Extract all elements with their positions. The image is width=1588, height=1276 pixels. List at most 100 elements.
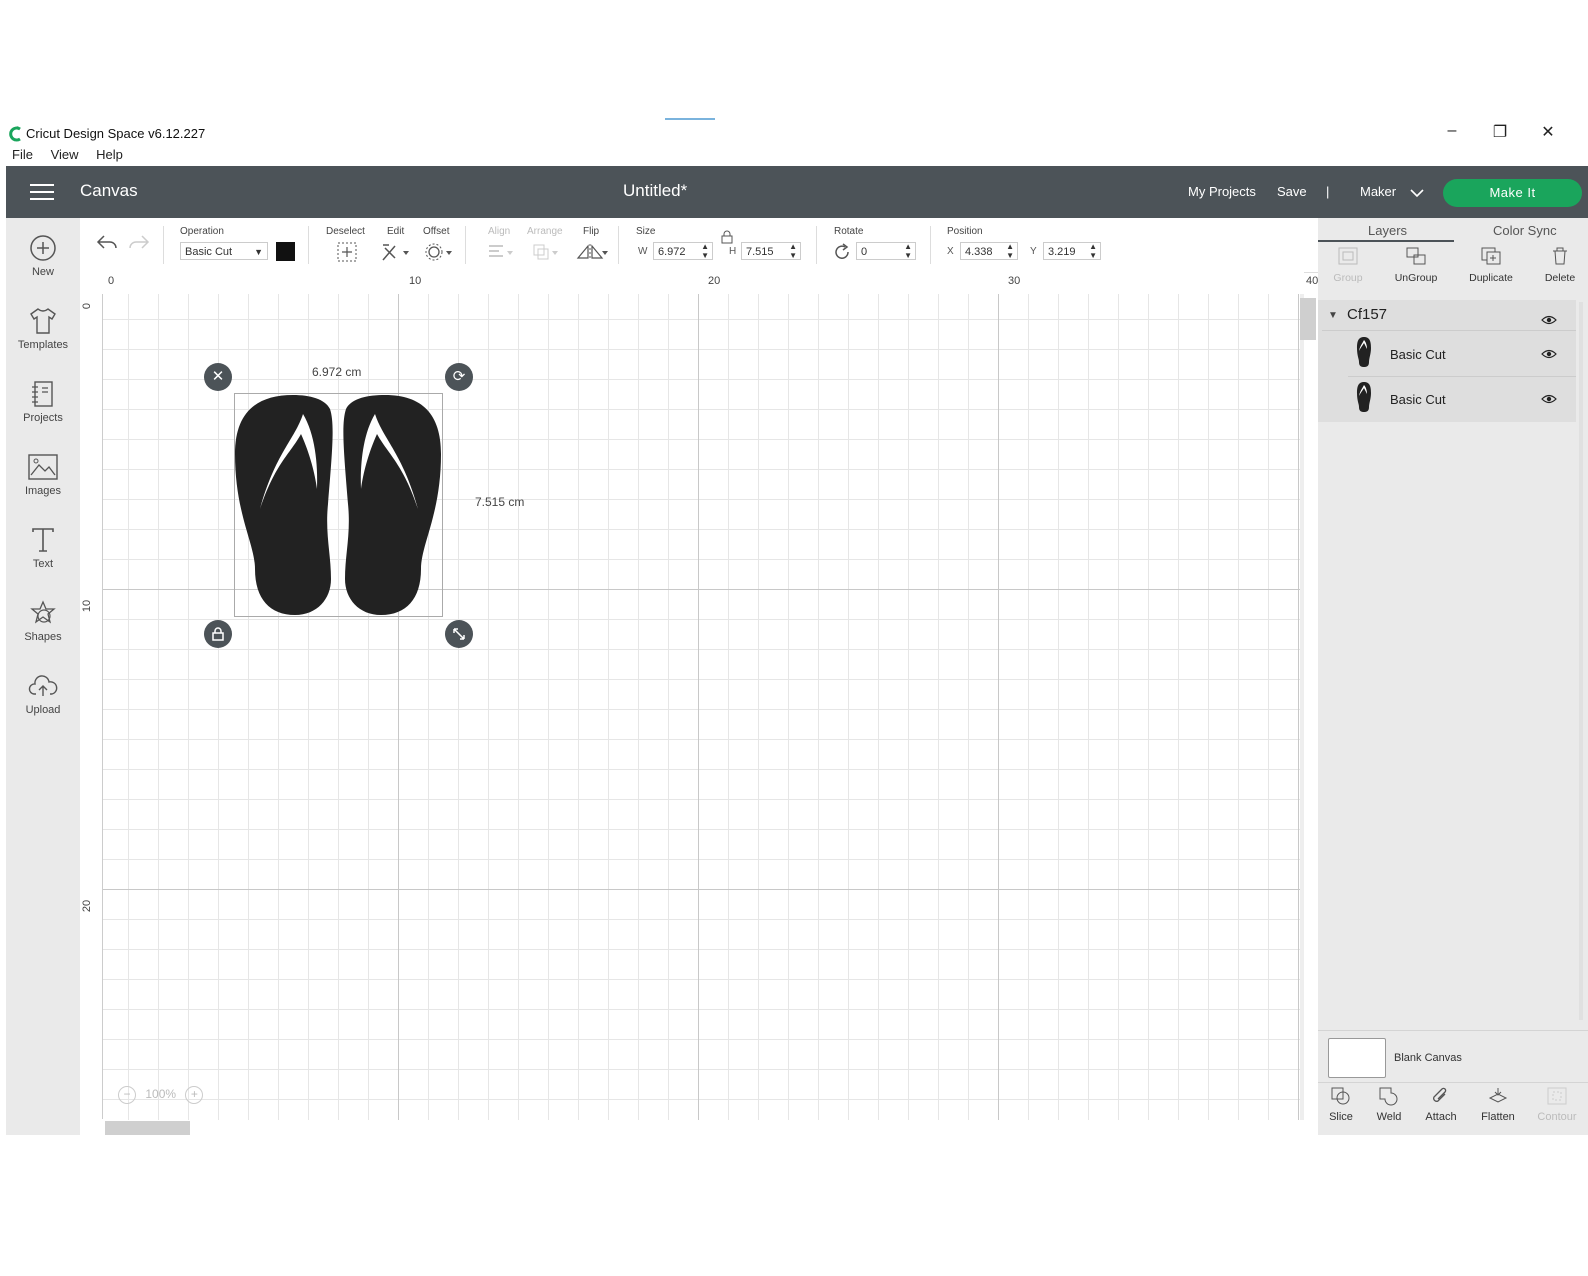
tab-layers[interactable]: Layers <box>1368 223 1407 238</box>
delete-handle-icon[interactable]: ✕ <box>204 363 232 391</box>
attach-button[interactable]: Attach <box>1415 1086 1467 1123</box>
zoom-level: 100% <box>145 1087 177 1101</box>
menu-help[interactable]: Help <box>96 147 123 162</box>
ungroup-button[interactable]: UnGroup <box>1386 246 1446 284</box>
plus-circle-icon <box>30 235 56 261</box>
delete-button[interactable]: Delete <box>1530 246 1588 284</box>
resize-handle-icon[interactable] <box>445 620 473 648</box>
rotate-handle-icon[interactable]: ⟳ <box>445 363 473 391</box>
align-icon <box>487 242 515 267</box>
duplicate-icon <box>1481 247 1501 265</box>
restore-button[interactable]: ❐ <box>1490 122 1510 142</box>
close-window-button[interactable]: ✕ <box>1538 122 1558 142</box>
contour-icon <box>1547 1087 1567 1105</box>
sidebar-item-projects[interactable]: Projects <box>6 380 80 424</box>
eye-icon[interactable] <box>1541 394 1557 404</box>
ruler-tick-label: 0 <box>108 275 115 287</box>
height-value: 7.515 <box>746 246 774 258</box>
sidebar-label: Shapes <box>24 631 62 643</box>
collapse-arrow-icon[interactable]: ▼ <box>1328 310 1338 321</box>
zoom-in-icon[interactable]: + <box>185 1086 204 1104</box>
operation-value: Basic Cut <box>185 246 233 258</box>
weld-button[interactable]: Weld <box>1363 1086 1415 1123</box>
vertical-scrollbar[interactable] <box>1300 294 1304 1120</box>
hamburger-menu-icon[interactable] <box>30 184 54 200</box>
save-button[interactable]: Save <box>1277 184 1307 199</box>
stepper-icon: ▲ ▼ <box>1006 242 1014 260</box>
group-button[interactable]: Group <box>1318 246 1378 284</box>
menu-file[interactable]: File <box>12 147 33 162</box>
rotate-input[interactable]: 0 ▲ ▼ <box>856 242 916 260</box>
sidebar-item-templates[interactable]: Templates <box>6 307 80 351</box>
lock-handle-icon[interactable] <box>204 620 232 648</box>
my-projects-link[interactable]: My Projects <box>1188 184 1256 199</box>
flip-label: Flip <box>583 226 600 237</box>
redo-icon[interactable] <box>128 234 150 255</box>
deselect-icon[interactable] <box>337 242 357 267</box>
weld-icon <box>1379 1087 1398 1106</box>
height-input[interactable]: 7.515 ▲ ▼ <box>741 242 801 260</box>
sidebar-item-upload[interactable]: Upload <box>6 672 80 716</box>
eye-icon[interactable] <box>1541 312 1557 330</box>
flip-flop-thumbnail-icon <box>1357 382 1371 412</box>
edit-tools-icon[interactable] <box>381 242 411 267</box>
x-label: X <box>947 246 954 257</box>
flatten-button[interactable]: Flatten <box>1472 1086 1524 1123</box>
operation-select[interactable]: Basic Cut ▼ <box>180 242 268 260</box>
selection-box[interactable] <box>234 393 443 617</box>
ruler-tick-label: 10 <box>81 599 94 613</box>
group-label: Group <box>1333 272 1363 284</box>
rotate-label: Rotate <box>834 226 864 237</box>
flip-flop-thumbnail-icon <box>1357 337 1371 367</box>
zoom-out-icon[interactable]: − <box>118 1086 136 1104</box>
sidebar-label: Images <box>24 485 62 497</box>
app-title: Cricut Design Space v6.12.227 <box>26 126 206 141</box>
position-x-input[interactable]: 4.338 ▲ ▼ <box>960 242 1018 260</box>
flip-icon[interactable] <box>576 242 608 267</box>
width-input[interactable]: 6.972 ▲ ▼ <box>653 242 713 260</box>
make-it-button[interactable]: Make It <box>1443 179 1582 207</box>
duplicate-button[interactable]: Duplicate <box>1461 246 1521 284</box>
offset-icon[interactable] <box>424 242 454 267</box>
align-label: Align <box>488 226 511 237</box>
operation-label: Operation <box>180 226 224 237</box>
blank-canvas-swatch[interactable] <box>1328 1038 1386 1078</box>
layer-row[interactable]: Basic Cut <box>1318 330 1576 376</box>
vertical-scroll-thumb[interactable] <box>1300 298 1316 340</box>
ungroup-icon <box>1406 247 1426 265</box>
paperclip-icon <box>1433 1087 1447 1102</box>
ruler-tick-label: 0 <box>81 302 94 310</box>
sidebar-item-images[interactable]: Images <box>6 453 80 497</box>
sidebar-item-shapes[interactable]: Shapes <box>6 599 80 643</box>
attach-label: Attach <box>1425 1111 1457 1123</box>
panel-scrollbar[interactable] <box>1579 302 1583 1020</box>
sidebar-label: Upload <box>25 704 61 716</box>
undo-icon[interactable] <box>96 234 118 255</box>
stepper-icon: ▲ ▼ <box>904 242 912 260</box>
sidebar-label: Projects <box>23 412 63 424</box>
arrange-label: Arrange <box>527 226 563 237</box>
sidebar-item-text[interactable]: Text <box>6 526 80 570</box>
menu-bar: File View Help <box>12 147 137 162</box>
horizontal-scroll-thumb[interactable] <box>105 1121 190 1135</box>
sidebar-item-new[interactable]: New <box>6 234 80 278</box>
eye-icon[interactable] <box>1541 349 1557 359</box>
ungroup-label: UnGroup <box>1394 272 1438 284</box>
weld-label: Weld <box>1376 1111 1402 1123</box>
minimize-button[interactable]: – <box>1442 122 1462 142</box>
text-icon <box>32 528 54 552</box>
slice-button[interactable]: Slice <box>1315 1086 1367 1123</box>
menu-view[interactable]: View <box>51 147 79 162</box>
stepper-icon: ▲ ▼ <box>789 242 797 260</box>
position-x-value: 4.338 <box>965 246 993 258</box>
tab-color-sync[interactable]: Color Sync <box>1493 223 1557 238</box>
position-y-input[interactable]: 3.219 ▲ ▼ <box>1043 242 1101 260</box>
width-label: W <box>638 246 648 257</box>
rotate-icon <box>833 243 851 266</box>
position-label: Position <box>947 226 983 237</box>
machine-select[interactable]: Maker <box>1360 184 1424 199</box>
operation-color-swatch[interactable] <box>276 242 295 261</box>
layer-row[interactable]: Basic Cut <box>1318 376 1576 421</box>
duplicate-label: Duplicate <box>1469 272 1513 284</box>
layer-group-name[interactable]: Cf157 <box>1347 306 1387 323</box>
